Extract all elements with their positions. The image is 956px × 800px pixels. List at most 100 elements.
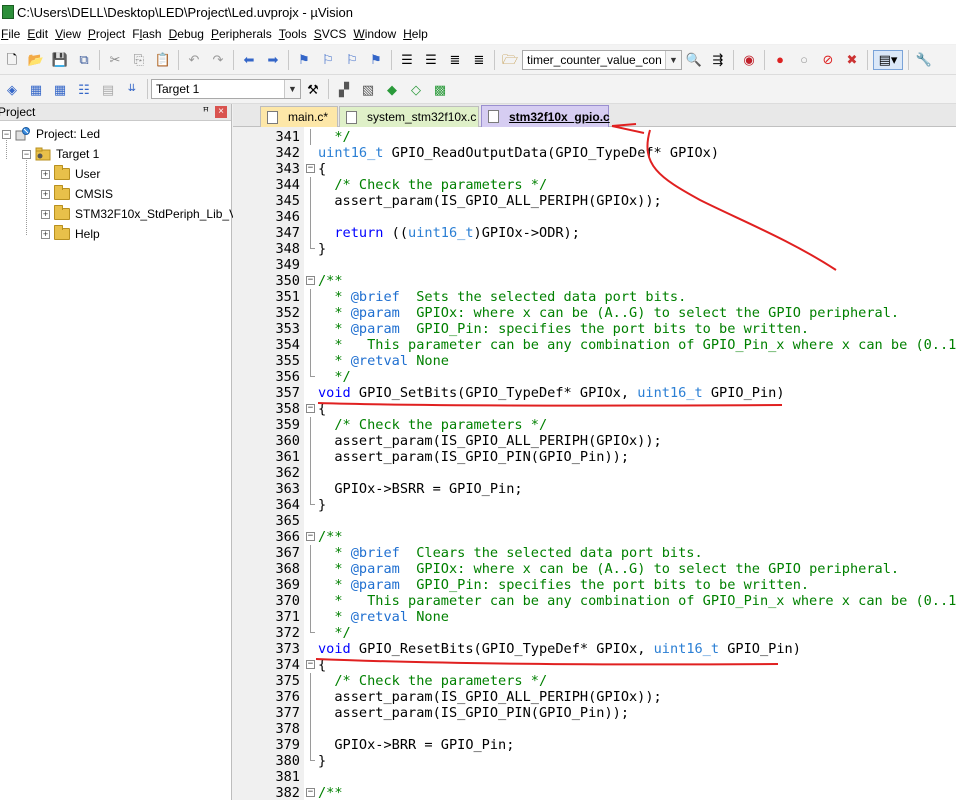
bookmark-prev-icon[interactable]: ⚐ <box>318 50 338 70</box>
uncomment-icon[interactable]: ≣ <box>469 50 489 70</box>
menu-window[interactable]: Window <box>353 27 403 41</box>
menu-edit[interactable]: Edit <box>27 27 55 41</box>
download-icon[interactable]: ⇊ <box>122 79 142 99</box>
tree-item-group[interactable]: + User <box>41 164 100 184</box>
code-line[interactable]: 380} <box>233 753 956 769</box>
menu-svcs[interactable]: SVCS <box>314 27 354 41</box>
tab-system-stm32f10x-c[interactable]: system_stm32f10x.c <box>339 106 479 127</box>
code-line[interactable]: 341 */ <box>233 129 956 145</box>
batch-build-icon[interactable]: ☷ <box>74 79 94 99</box>
bookmark-clear-icon[interactable]: ⚑ <box>366 50 386 70</box>
code-line[interactable]: 376 assert_param(IS_GPIO_ALL_PERIPH(GPIO… <box>233 689 956 705</box>
menu-debug[interactable]: Debug <box>169 27 211 41</box>
expand-icon[interactable]: + <box>41 209 50 219</box>
menu-view[interactable]: View <box>55 27 88 41</box>
code-line[interactable]: 377 assert_param(IS_GPIO_PIN(GPIO_Pin)); <box>233 705 956 721</box>
save-icon[interactable]: 💾 <box>50 50 70 70</box>
fold-collapse-icon[interactable]: − <box>306 660 315 669</box>
menu-project[interactable]: Project <box>88 27 132 41</box>
code-line[interactable]: 369 * @param GPIO_Pin: specifies the por… <box>233 577 956 593</box>
code-line[interactable]: 361 assert_param(IS_GPIO_PIN(GPIO_Pin)); <box>233 449 956 465</box>
pin-icon[interactable]: ꟸ <box>203 105 209 118</box>
rebuild-icon[interactable]: ▦ <box>50 79 70 99</box>
code-line[interactable]: 367 * @brief Clears the selected data po… <box>233 545 956 561</box>
code-line[interactable]: 371 * @retval None <box>233 609 956 625</box>
unindent-icon[interactable]: ☰ <box>421 50 441 70</box>
fold-collapse-icon[interactable]: − <box>306 788 315 797</box>
fold-collapse-icon[interactable]: − <box>306 276 315 285</box>
code-line[interactable]: 382−/** <box>233 785 956 800</box>
code-line[interactable]: 348} <box>233 241 956 257</box>
comment-icon[interactable]: ≣ <box>445 50 465 70</box>
code-line[interactable]: 349 <box>233 257 956 273</box>
code-line[interactable]: 374−{ <box>233 657 956 673</box>
code-line[interactable]: 365 <box>233 513 956 529</box>
tree-item-project-root[interactable]: − Project: Led <box>2 124 100 144</box>
target-combo[interactable]: Target 1 ▼ <box>151 79 301 99</box>
runtime-environment-icon[interactable]: ▩ <box>430 79 450 99</box>
collapse-icon[interactable]: − <box>2 129 11 139</box>
code-line[interactable]: 346 <box>233 209 956 225</box>
cut-icon[interactable]: ✂ <box>105 50 125 70</box>
tree-item-target[interactable]: − Target 1 <box>22 144 99 164</box>
code-line[interactable]: 343−{ <box>233 161 956 177</box>
code-line[interactable]: 375 /* Check the parameters */ <box>233 673 956 689</box>
new-file-icon[interactable]: 🗋 <box>2 50 22 70</box>
redo-icon[interactable]: ↷ <box>208 50 228 70</box>
expand-icon[interactable]: + <box>41 189 50 199</box>
insert-breakpoint-icon[interactable]: ● <box>770 50 790 70</box>
code-line[interactable]: 342 uint16_t GPIO_ReadOutputData(GPIO_Typ… <box>233 145 956 161</box>
code-line[interactable]: 358−{ <box>233 401 956 417</box>
code-line[interactable]: 350−/** <box>233 273 956 289</box>
nav-back-icon[interactable]: ⬅ <box>239 50 259 70</box>
menu-flash[interactable]: Flash <box>132 27 168 41</box>
incremental-find-icon[interactable]: ⇶ <box>708 50 728 70</box>
bookmark-icon[interactable]: ⚑ <box>294 50 314 70</box>
nav-forward-icon[interactable]: ➡ <box>263 50 283 70</box>
code-line[interactable]: 356 */ <box>233 369 956 385</box>
fold-collapse-icon[interactable]: − <box>306 532 315 541</box>
paste-icon[interactable]: 📋 <box>153 50 173 70</box>
code-editor[interactable]: 341 */342 uint16_t GPIO_ReadOutputData(GP… <box>233 127 956 800</box>
code-line[interactable]: 364} <box>233 497 956 513</box>
close-icon[interactable]: × <box>215 106 227 118</box>
code-line[interactable]: 368 * @param GPIOx: where x can be (A..G… <box>233 561 956 577</box>
tab-main-c[interactable]: main.c* <box>260 106 338 127</box>
tree-item-group[interactable]: + Help <box>41 224 100 244</box>
find-in-files-icon[interactable]: 🗁 <box>500 50 520 70</box>
code-line[interactable]: 359 /* Check the parameters */ <box>233 417 956 433</box>
code-line[interactable]: 381 <box>233 769 956 785</box>
enable-breakpoint-icon[interactable]: ○ <box>794 50 814 70</box>
open-file-icon[interactable]: 📂 <box>26 50 46 70</box>
copy-icon[interactable]: ⎘ <box>129 50 149 70</box>
code-line[interactable]: 373 void GPIO_ResetBits(GPIO_TypeDef* GPI… <box>233 641 956 657</box>
menu-help[interactable]: Help <box>403 27 435 41</box>
fold-collapse-icon[interactable]: − <box>306 404 315 413</box>
expand-icon[interactable]: + <box>41 169 50 179</box>
code-line[interactable]: 345 assert_param(IS_GPIO_ALL_PERIPH(GPIO… <box>233 193 956 209</box>
code-line[interactable]: 362 <box>233 465 956 481</box>
menu-tools[interactable]: Tools <box>279 27 314 41</box>
file-extensions-icon[interactable]: ▧ <box>358 79 378 99</box>
code-line[interactable]: 357 void GPIO_SetBits(GPIO_TypeDef* GPIOx… <box>233 385 956 401</box>
collapse-icon[interactable]: − <box>22 149 31 159</box>
stop-build-icon[interactable]: ▤ <box>98 79 118 99</box>
kill-breakpoints-icon[interactable]: ✖ <box>842 50 862 70</box>
code-line[interactable]: 370 * This parameter can be any combinat… <box>233 593 956 609</box>
manage-components-icon[interactable]: ▞ <box>334 79 354 99</box>
code-line[interactable]: 355 * @retval None <box>233 353 956 369</box>
debug-session-icon[interactable]: ◉ <box>739 50 759 70</box>
code-line[interactable]: 353 * @param GPIO_Pin: specifies the por… <box>233 321 956 337</box>
find-combo[interactable]: timer_counter_value_con ▼ <box>522 49 682 70</box>
code-line[interactable]: 379 GPIOx->BRR = GPIO_Pin; <box>233 737 956 753</box>
indent-icon[interactable]: ☰ <box>397 50 417 70</box>
code-line[interactable]: 352 * @param GPIOx: where x can be (A..G… <box>233 305 956 321</box>
build-icon[interactable]: ▦ <box>26 79 46 99</box>
configure-icon[interactable]: 🔧 <box>914 50 934 70</box>
translate-icon[interactable]: ◈ <box>2 79 22 99</box>
code-line[interactable]: 351 * @brief Sets the selected data port… <box>233 289 956 305</box>
fold-collapse-icon[interactable]: − <box>306 164 315 173</box>
code-line[interactable]: 366−/** <box>233 529 956 545</box>
code-line[interactable]: 378 <box>233 721 956 737</box>
window-layout-icon[interactable]: ▤▾ <box>873 49 903 70</box>
